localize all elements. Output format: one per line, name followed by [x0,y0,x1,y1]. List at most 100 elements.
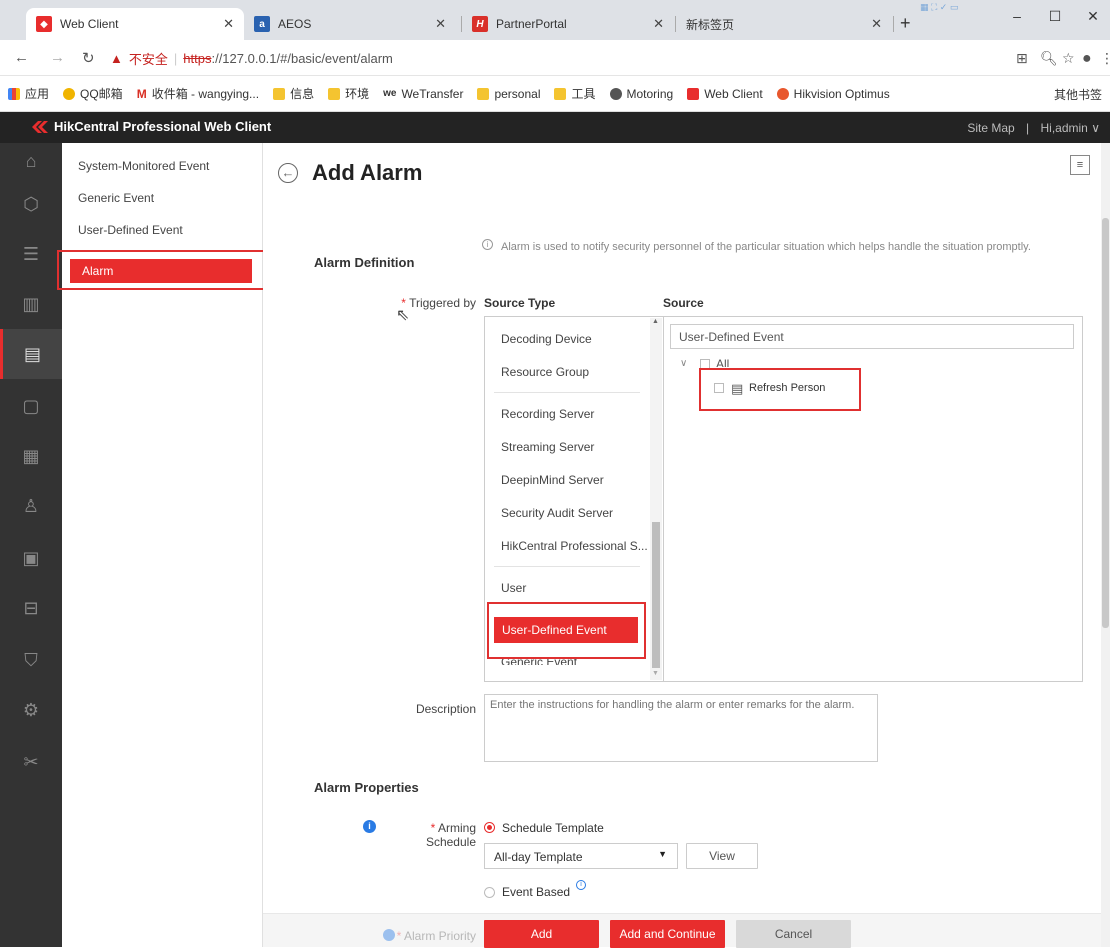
bookmark-qq[interactable]: QQ邮箱 [63,85,123,102]
tab-web-client[interactable]: ◆ Web Client ✕ [26,8,244,40]
warning-icon: ▲ [110,50,123,66]
partnerportal-favicon-icon: H [472,16,488,32]
info-filled-icon[interactable]: i [363,820,376,833]
list-item[interactable]: Decoding Device [501,332,592,346]
list-item[interactable]: HikCentral Professional S... [501,539,648,553]
submenu-generic-event[interactable]: Generic Event [78,191,154,205]
star-icon[interactable]: ☆ [1062,50,1075,67]
event-alarm-icon[interactable]: ▤ [0,329,62,379]
scroll-up-icon[interactable]: ▲ [652,318,659,325]
template-select[interactable]: All-day Template ▼ [484,843,678,869]
close-window-icon[interactable]: ✕ [1078,8,1108,25]
close-tab-icon[interactable]: ✕ [223,16,234,32]
list-item-selected[interactable]: User-Defined Event [494,617,638,643]
list-item[interactable]: Streaming Server [501,440,594,454]
event-based-radio[interactable] [484,887,495,898]
bookmark-hikvision-optimus[interactable]: Hikvision Optimus [776,87,890,101]
account-icon[interactable]: ● [1082,50,1092,68]
url-field[interactable]: ▲ 不安全 | https ://127.0.0.1/#/basic/event… [110,44,990,72]
close-tab-icon[interactable]: ✕ [871,16,882,32]
shield-icon[interactable]: ⛉ [0,635,62,685]
chevron-down-icon[interactable]: ∨ [680,358,687,369]
event-based-label[interactable]: Event Based [502,885,570,899]
scroll-thumb[interactable] [652,522,660,668]
submenu-alarm[interactable]: Alarm [70,259,252,283]
list-item[interactable]: Generic Event [501,655,577,665]
bookmarks-bar: 应用 QQ邮箱 M 收件箱 - wangying... 信息 环境 we WeT… [0,76,1110,112]
menu-dots-icon[interactable]: ⋮ [1100,50,1110,67]
module-rail: ⌂ ⬡ ☰ ▥ ▤ ▢ ▦ ♙ ▣ ⊟ ⛉ ⚙ ✂ [0,143,62,947]
user-menu[interactable]: Hi,admin [1041,121,1088,135]
bookmark-motoring[interactable]: Motoring [609,87,673,101]
info-icon[interactable]: i [576,880,586,890]
site-map-link[interactable]: Site Map [967,121,1014,135]
translate-icon[interactable]: ⊞ [1016,50,1028,67]
bookmark-folder-personal[interactable]: personal [477,87,540,101]
schedule-template-radio[interactable] [484,822,495,833]
list-item[interactable]: Recording Server [501,407,594,421]
resource-icon[interactable]: ⬡ [0,179,62,229]
app-logo[interactable]: HikCentral Professional Web Client [32,119,271,134]
tree-all-checkbox[interactable] [700,359,710,369]
source-type-scrollbar[interactable]: ▲ ▼ [650,318,662,680]
tab-aeos[interactable]: a AEOS ✕ [244,8,456,40]
description-field[interactable] [484,694,878,762]
gear-icon[interactable]: ⚙ [0,685,62,735]
tree-child-label[interactable]: Refresh Person [749,382,825,394]
bookmark-folder-info[interactable]: 信息 [273,85,314,102]
submenu-system-monitored-event[interactable]: System-Monitored Event [78,159,209,173]
scroll-down-icon[interactable]: ▼ [652,670,659,677]
list-item[interactable]: Resource Group [501,365,589,379]
doc-list-icon[interactable]: ≡ [1070,155,1090,175]
description-label: Description [415,702,476,716]
forward-arrow-icon[interactable]: → [50,49,65,66]
app-title: HikCentral Professional Web Client [54,119,272,134]
add-button[interactable]: Add [484,920,599,948]
reload-icon[interactable]: ↻ [82,49,95,67]
list-item[interactable]: Security Audit Server [501,506,613,520]
page-scroll-thumb[interactable] [1102,218,1109,628]
calendar-icon[interactable]: ▦ [0,431,62,481]
add-and-continue-button[interactable]: Add and Continue [610,920,725,948]
back-circle-icon[interactable]: ← [278,163,298,183]
tab-new-tab[interactable]: 新标签页 ✕ [676,8,892,40]
page-scrollbar[interactable] [1101,143,1110,947]
bookmark-wetransfer[interactable]: we WeTransfer [383,87,463,101]
home-icon[interactable]: ⌂ [0,143,62,179]
tree-child-checkbox[interactable] [714,383,724,393]
new-tab-button[interactable]: + [900,13,911,34]
view-button[interactable]: View [686,843,758,869]
vehicle-icon[interactable]: ⊟ [0,583,62,633]
address-bar: ← → ↻ ▲ 不安全 | https ://127.0.0.1/#/basic… [0,40,1110,76]
info-text: Alarm is used to notify security personn… [501,241,1031,253]
back-arrow-icon[interactable]: ← [14,49,29,66]
capture-widget-icon[interactable]: ▦ ⛶ ✓ ▭ [920,2,980,16]
bookmark-folder-env[interactable]: 环境 [328,85,369,102]
bookmark-apps[interactable]: 应用 [8,85,49,102]
bookmark-folder-tools[interactable]: 工具 [554,85,596,102]
bookmark-gmail[interactable]: M 收件箱 - wangying... [137,85,259,102]
cancel-button[interactable]: Cancel [736,920,851,948]
building-icon[interactable]: ▥ [0,279,62,329]
tab-partnerportal[interactable]: H PartnerPortal ✕ [462,8,674,40]
zoom-icon[interactable]: 🔍︎ [1040,50,1058,67]
person-icon[interactable]: ♙ [0,481,62,531]
tools-icon[interactable]: ✂ [0,737,62,787]
submenu-user-defined-event[interactable]: User-Defined Event [78,223,183,237]
event-doc-icon: ▤ [731,381,744,396]
close-tab-icon[interactable]: ✕ [653,16,664,32]
source-search-input[interactable] [670,324,1074,349]
schedule-template-label[interactable]: Schedule Template [502,821,604,835]
bookmark-web-client[interactable]: Web Client [687,87,763,101]
minimize-icon[interactable]: – [1002,8,1032,24]
report-icon[interactable]: ▢ [0,381,62,431]
list-item[interactable]: DeepinMind Server [501,473,604,487]
access-card-icon[interactable]: ▣ [0,533,62,583]
maximize-icon[interactable]: ☐ [1040,8,1070,25]
hik-optimus-icon [776,87,789,100]
bookmark-other[interactable]: 其他书签 [1054,86,1102,103]
chevron-down-icon[interactable]: ∨ [1091,121,1100,135]
list-item[interactable]: User [501,581,526,595]
close-tab-icon[interactable]: ✕ [435,16,446,32]
list-icon[interactable]: ☰ [0,229,62,279]
